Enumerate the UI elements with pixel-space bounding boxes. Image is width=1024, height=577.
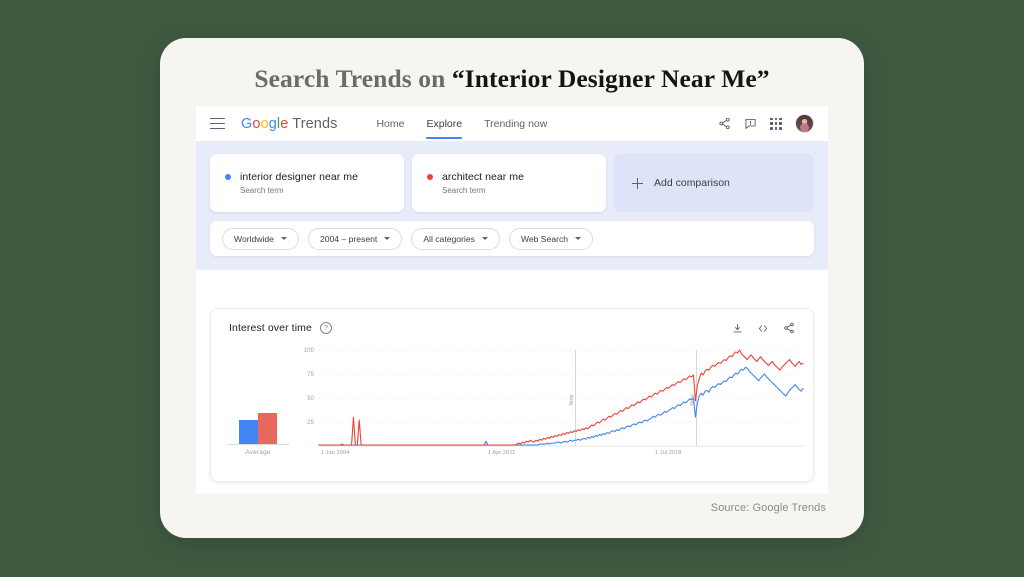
- comparison-band: interior designer near me Search term ar…: [196, 141, 828, 270]
- chart-header: Interest over time ?: [211, 309, 813, 334]
- line-chart-svg: 255075100 Note Note 1 Jan 2004 1 Apr 2011 1…: [304, 348, 804, 456]
- page-title: Search Trends on “Interior Designer Near…: [160, 64, 864, 94]
- chart-series-lines: [318, 349, 804, 446]
- search-term-label-2: architect near me: [442, 171, 524, 183]
- filters-row: Worldwide 2004 – present All categories …: [210, 221, 814, 256]
- chevron-down-icon: [575, 237, 582, 240]
- average-bar-red: [258, 413, 277, 444]
- average-bars: [227, 404, 289, 445]
- chart-gridlines: [318, 349, 804, 423]
- nav-item-trending-now[interactable]: Trending now: [473, 106, 558, 141]
- chart-title: Interest over time: [229, 322, 312, 334]
- line-chart[interactable]: 25 50 75 100 Note Note 1 Jan 2004 1 Apr 2011 1…: [289, 344, 807, 464]
- svg-text:Note: Note: [569, 394, 575, 405]
- chart-actions: [732, 322, 795, 334]
- search-term-header-2: architect near me: [427, 171, 591, 183]
- page-title-quoted: “Interior Designer Near Me”: [451, 64, 770, 93]
- search-term-card-2[interactable]: architect near me Search term: [412, 154, 606, 212]
- plot-area: Average 25 50 75 100 Note Note 1 Jan 2004 1 A…: [211, 344, 813, 464]
- primary-nav: Home Explore Trending now: [365, 106, 558, 141]
- nav-item-explore[interactable]: Explore: [415, 106, 473, 141]
- svg-text:50: 50: [307, 396, 314, 402]
- google-trends-app: Google Trends Home Explore Trending now: [196, 106, 828, 494]
- nav-item-home[interactable]: Home: [365, 106, 415, 141]
- filter-location-label: Worldwide: [234, 233, 274, 244]
- series-color-dot-red: [427, 174, 433, 180]
- search-term-type-1: Search term: [240, 186, 284, 195]
- svg-text:75: 75: [307, 372, 314, 378]
- filter-category-label: All categories: [423, 233, 475, 244]
- add-comparison-label: Add comparison: [654, 177, 730, 189]
- avatar[interactable]: [795, 114, 814, 133]
- logo-letter-g2: g: [268, 115, 277, 132]
- filter-time-range-label: 2004 – present: [319, 233, 378, 244]
- search-terms-row: interior designer near me Search term ar…: [210, 154, 814, 212]
- filter-time-range[interactable]: 2004 – present: [307, 227, 403, 250]
- logo-letter-o1: o: [252, 115, 261, 132]
- series-color-dot-blue: [225, 174, 231, 180]
- apps-grid-icon[interactable]: [770, 117, 782, 130]
- svg-text:1 Jul 2018: 1 Jul 2018: [655, 450, 682, 456]
- hamburger-icon[interactable]: [210, 118, 225, 129]
- embed-code-icon[interactable]: [757, 323, 769, 334]
- search-term-header-1: interior designer near me: [225, 171, 389, 183]
- logo-product-name: Trends: [288, 115, 338, 132]
- help-icon[interactable]: ?: [319, 322, 332, 334]
- svg-text:25: 25: [307, 420, 314, 426]
- header-actions: [718, 114, 814, 133]
- average-bar-chart: Average: [227, 404, 289, 456]
- plus-icon: [632, 177, 643, 189]
- app-header: Google Trends Home Explore Trending now: [196, 106, 828, 141]
- interest-over-time-card: Interest over time ? Average 25 50 75 10…: [210, 308, 814, 482]
- logo-letter-g: G: [241, 115, 253, 132]
- chevron-down-icon: [280, 237, 287, 240]
- svg-text:1 Apr 2011: 1 Apr 2011: [488, 450, 515, 456]
- share-icon[interactable]: [718, 117, 731, 130]
- share-icon[interactable]: [783, 322, 795, 334]
- filter-search-type-label: Web Search: [520, 233, 569, 244]
- chevron-down-icon: [481, 237, 488, 240]
- average-label: Average: [245, 449, 271, 456]
- logo-letter-o2: o: [260, 115, 269, 132]
- average-bar-blue: [239, 420, 258, 444]
- chevron-down-icon: [384, 237, 391, 240]
- page-title-prefix: Search Trends on: [254, 64, 452, 93]
- add-comparison-button[interactable]: Add comparison: [614, 154, 814, 212]
- svg-text:100: 100: [304, 348, 315, 354]
- chart-y-tick-labels: 25 50 75 100: [304, 348, 315, 426]
- search-term-label-1: interior designer near me: [240, 171, 358, 183]
- poster-card: Search Trends on “Interior Designer Near…: [160, 38, 864, 538]
- source-attribution: Source: Google Trends: [710, 502, 826, 514]
- filter-category[interactable]: All categories: [411, 227, 500, 250]
- filter-search-type[interactable]: Web Search: [508, 227, 594, 250]
- search-term-card-1[interactable]: interior designer near me Search term: [210, 154, 404, 212]
- chart-x-tick-labels: 1 Jan 2004 1 Apr 2011 1 Jul 2018: [321, 450, 682, 456]
- feedback-icon[interactable]: [744, 117, 757, 130]
- download-icon[interactable]: [732, 323, 743, 334]
- search-term-type-2: Search term: [442, 186, 486, 195]
- svg-text:1 Jan 2004: 1 Jan 2004: [321, 450, 350, 456]
- poster-canvas: Search Trends on “Interior Designer Near…: [0, 0, 1024, 577]
- filter-location[interactable]: Worldwide: [222, 227, 299, 250]
- google-trends-logo[interactable]: Google Trends: [241, 116, 337, 132]
